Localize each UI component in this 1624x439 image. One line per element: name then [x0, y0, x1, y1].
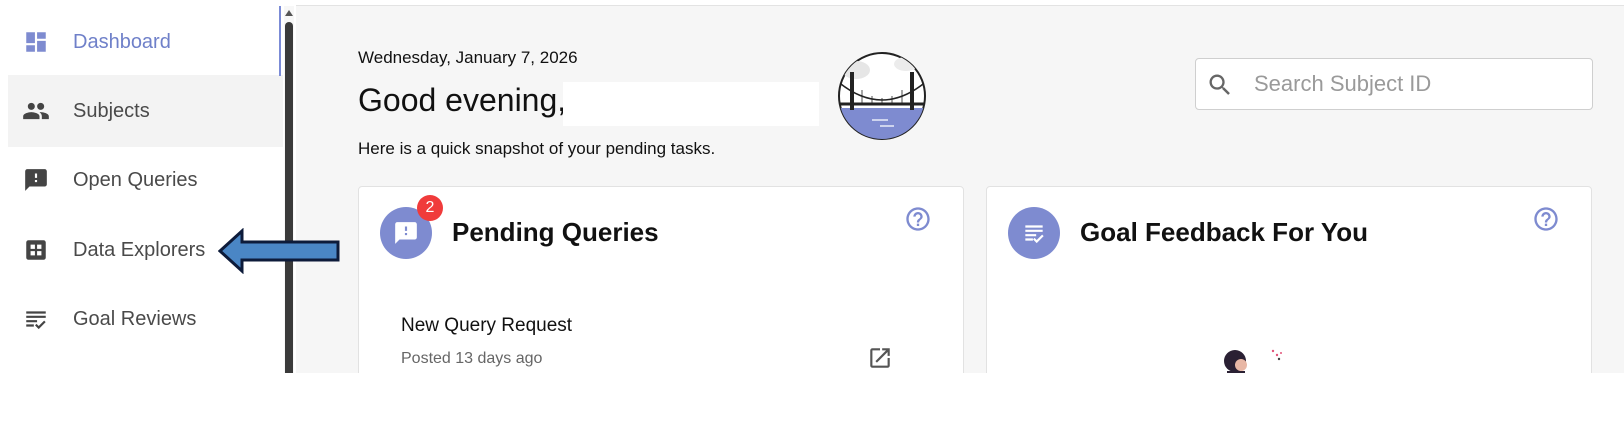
- bridge-illustration: [836, 50, 928, 142]
- sidebar-scrollbar[interactable]: [284, 6, 294, 373]
- active-indicator: [279, 6, 281, 76]
- app-viewport: Dashboard Subjects Open Queries Data Exp…: [0, 0, 1624, 373]
- sidebar-item-label: Dashboard: [73, 30, 171, 53]
- query-posted-time: Posted 13 days ago: [401, 350, 543, 367]
- dashboard-icon: [22, 28, 50, 56]
- notification-badge: 2: [417, 195, 443, 221]
- sidebar: Dashboard Subjects Open Queries Data Exp…: [8, 6, 284, 373]
- pending-queries-card: 2 Pending Queries New Query Request Post…: [358, 186, 964, 373]
- feedback-icon: [22, 166, 50, 194]
- current-date: Wednesday, January 7, 2026: [358, 48, 578, 67]
- help-icon[interactable]: [1532, 205, 1560, 233]
- sidebar-item-goal-reviews[interactable]: Goal Reviews: [8, 283, 283, 355]
- sidebar-item-label: Goal Reviews: [73, 307, 197, 330]
- search-box[interactable]: [1195, 58, 1593, 110]
- open-in-new-icon[interactable]: [867, 345, 893, 371]
- checklist-icon: [22, 305, 50, 333]
- grid-icon: [22, 236, 50, 264]
- sidebar-item-label: Data Explorers: [73, 238, 206, 261]
- search-icon: [1209, 74, 1230, 95]
- people-icon: [22, 97, 50, 125]
- sidebar-item-dashboard[interactable]: Dashboard: [8, 6, 283, 78]
- annotation-arrow-icon: [218, 228, 340, 274]
- checklist-icon: [1008, 207, 1060, 259]
- sidebar-item-label: Subjects: [73, 99, 150, 122]
- card-title: Goal Feedback For You: [1080, 217, 1368, 247]
- sidebar-item-open-queries[interactable]: Open Queries: [8, 144, 283, 216]
- card-title: Pending Queries: [452, 217, 659, 247]
- scroll-up-arrow-icon[interactable]: [284, 8, 294, 18]
- redacted-username: [563, 82, 819, 126]
- empty-state-illustration: [1224, 349, 1282, 373]
- greeting: Good evening,: [358, 82, 567, 118]
- search-input[interactable]: [1254, 67, 1574, 101]
- sidebar-item-subjects[interactable]: Subjects: [8, 75, 283, 147]
- goal-feedback-card: Goal Feedback For You: [986, 186, 1592, 373]
- page-subtitle: Here is a quick snapshot of your pending…: [358, 139, 716, 158]
- scrollbar-thumb[interactable]: [285, 22, 293, 373]
- sidebar-item-label: Open Queries: [73, 168, 198, 191]
- query-title[interactable]: New Query Request: [401, 315, 572, 337]
- help-icon[interactable]: [904, 205, 932, 233]
- main-content: Wednesday, January 7, 2026 Good evening,…: [296, 6, 1624, 373]
